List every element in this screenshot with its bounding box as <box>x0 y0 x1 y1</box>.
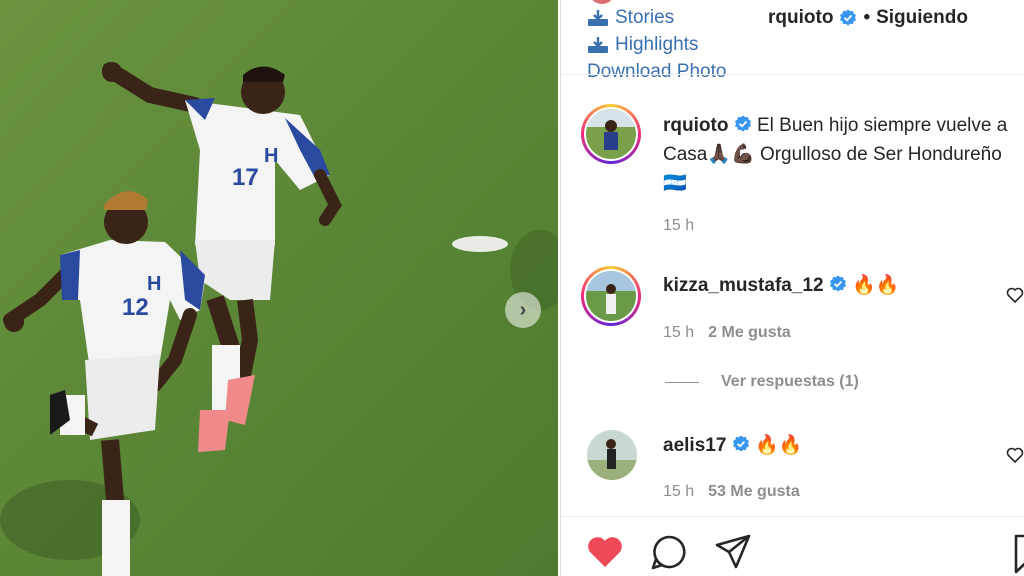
comment-button[interactable] <box>649 532 689 572</box>
heart-icon <box>588 537 622 567</box>
next-photo-button[interactable]: › <box>505 292 541 328</box>
caption-username[interactable]: rquioto <box>663 115 728 136</box>
avatar-image <box>586 109 636 159</box>
highlights-label: Highlights <box>615 33 699 55</box>
share-button[interactable] <box>713 532 753 572</box>
comment-text: kizza_mustafa_12 🔥🔥 <box>663 271 899 300</box>
comment-body: 🔥🔥 <box>754 435 803 456</box>
svg-text:H: H <box>264 145 278 167</box>
caption-text: rquioto El Buen hijo siempre vuelve a Ca… <box>663 111 1024 198</box>
svg-text:17: 17 <box>232 164 259 191</box>
post-photo[interactable]: 17 H 12 H › <box>0 0 558 576</box>
comment-text: aelis17 🔥🔥 <box>663 431 802 460</box>
divider <box>561 74 1024 75</box>
football-players-image: 17 H 12 H <box>0 0 558 576</box>
comment-avatar-kizza[interactable] <box>581 266 641 326</box>
comment-meta: 15 h 53 Me gusta <box>663 483 800 501</box>
save-icon[interactable] <box>1013 534 1024 574</box>
caption-avatar[interactable] <box>581 104 641 164</box>
avatar-image <box>586 271 636 321</box>
next-arrow-icon: › <box>519 299 527 321</box>
avatar-image <box>587 430 637 480</box>
share-icon <box>715 534 751 569</box>
highlights-icon <box>588 36 608 53</box>
comment-username[interactable]: kizza_mustafa_12 <box>663 275 824 296</box>
divider <box>561 516 1024 517</box>
stories-icon <box>588 9 608 26</box>
view-replies-button[interactable]: Ver respuestas (1) <box>665 373 859 391</box>
like-button[interactable] <box>585 532 625 572</box>
downloader-extension-links: Stories Highlights <box>587 4 698 58</box>
post-owner-header: rquioto • Siguiendo <box>768 7 968 29</box>
post-action-bar <box>585 532 753 572</box>
comment-likes[interactable]: 2 Me gusta <box>708 324 791 341</box>
comment-icon <box>651 535 686 570</box>
svg-text:H: H <box>147 273 161 295</box>
caption-time: 15 h <box>663 217 695 234</box>
following-button[interactable]: Siguiendo <box>876 7 968 29</box>
view-replies-label: Ver respuestas (1) <box>721 373 859 390</box>
owner-username[interactable]: rquioto <box>768 7 833 29</box>
post-detail-panel: Stories Highlights Download Photo rquiot… <box>560 0 1024 576</box>
comment-time: 15 h <box>663 324 695 341</box>
download-photo-link[interactable]: Download Photo <box>587 61 726 83</box>
follow-separator: • <box>863 7 871 28</box>
highlights-link[interactable]: Highlights <box>587 31 698 58</box>
verified-icon <box>734 115 751 132</box>
verified-icon <box>840 9 857 26</box>
comment-time: 15 h <box>663 483 695 500</box>
verified-icon <box>732 435 749 452</box>
comment-avatar-aelis17[interactable] <box>587 430 637 480</box>
comment-username[interactable]: aelis17 <box>663 435 726 456</box>
stories-label: Stories <box>615 6 675 28</box>
like-comment-heart-icon[interactable] <box>1006 286 1024 304</box>
svg-text:12: 12 <box>122 294 149 321</box>
comment-meta: 15 h 2 Me gusta <box>663 324 791 342</box>
stories-link[interactable]: Stories <box>587 4 698 31</box>
replies-line <box>665 381 699 383</box>
verified-icon <box>829 275 846 292</box>
comment-body: 🔥🔥 <box>852 275 900 296</box>
comment-likes[interactable]: 53 Me gusta <box>708 483 800 500</box>
like-comment-heart-icon[interactable] <box>1006 446 1024 464</box>
